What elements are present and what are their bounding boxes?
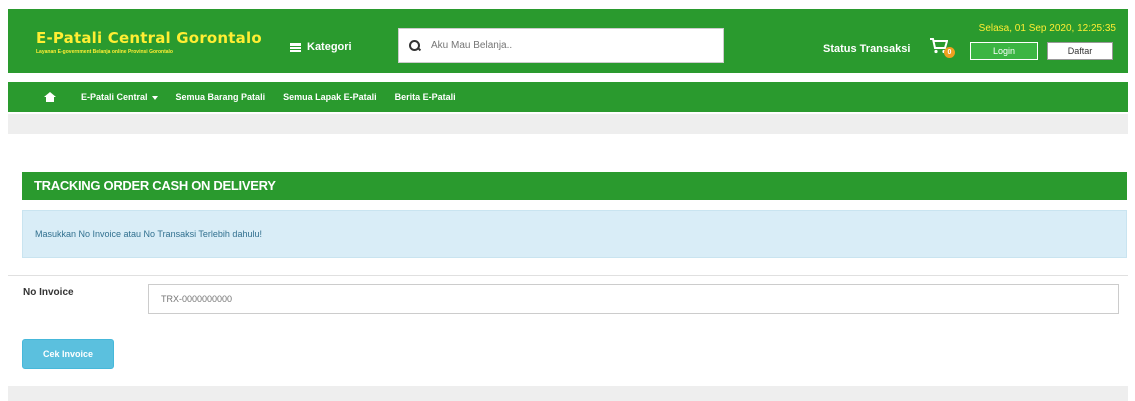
brand[interactable]: E-Patali Central Gorontalo Layanan E-gov…: [36, 29, 262, 55]
footer-band: [8, 386, 1128, 401]
brand-subtitle: Layanan E-government Belanja online Prov…: [36, 49, 173, 55]
search-icon[interactable]: [409, 39, 421, 52]
cart-count-badge: 0: [944, 47, 955, 58]
datetime: Selasa, 01 Sep 2020, 12:25:35: [978, 23, 1116, 34]
site-header: E-Patali Central Gorontalo Layanan E-gov…: [8, 9, 1128, 73]
nav-item-semua-barang[interactable]: Semua Barang Patali: [176, 92, 266, 102]
divider-band: [8, 114, 1128, 134]
search-input[interactable]: [431, 40, 711, 51]
daftar-button[interactable]: Daftar: [1047, 42, 1113, 60]
nav-item-semua-lapak[interactable]: Semua Lapak E-Patali: [283, 92, 377, 102]
info-alert: Masukkan No Invoice atau No Transaksi Te…: [22, 210, 1127, 258]
nav-item-label: E-Patali Central: [81, 92, 148, 102]
nav-item-berita[interactable]: Berita E-Patali: [395, 92, 456, 102]
divider: [8, 275, 1128, 276]
caret-down-icon: [151, 95, 158, 100]
invoice-input[interactable]: [148, 284, 1119, 314]
main-nav: E-Patali Central Semua Barang Patali Sem…: [8, 82, 1128, 112]
cek-invoice-button[interactable]: Cek Invoice: [22, 339, 114, 369]
search-box[interactable]: [398, 28, 724, 63]
cart-button[interactable]: 0: [930, 38, 955, 58]
kategori-button[interactable]: Kategori: [290, 41, 352, 53]
login-button[interactable]: Login: [970, 42, 1038, 60]
list-icon: [290, 42, 301, 52]
invoice-label: No Invoice: [23, 287, 74, 298]
nav-item-e-patali-central[interactable]: E-Patali Central: [81, 92, 158, 102]
home-icon[interactable]: [44, 92, 56, 102]
brand-title[interactable]: E-Patali Central Gorontalo: [36, 29, 262, 47]
status-transaksi-link[interactable]: Status Transaksi: [823, 43, 910, 55]
kategori-label: Kategori: [307, 41, 352, 53]
panel-title: TRACKING ORDER CASH ON DELIVERY: [22, 172, 1127, 200]
page: E-Patali Central Gorontalo Layanan E-gov…: [0, 0, 1135, 401]
